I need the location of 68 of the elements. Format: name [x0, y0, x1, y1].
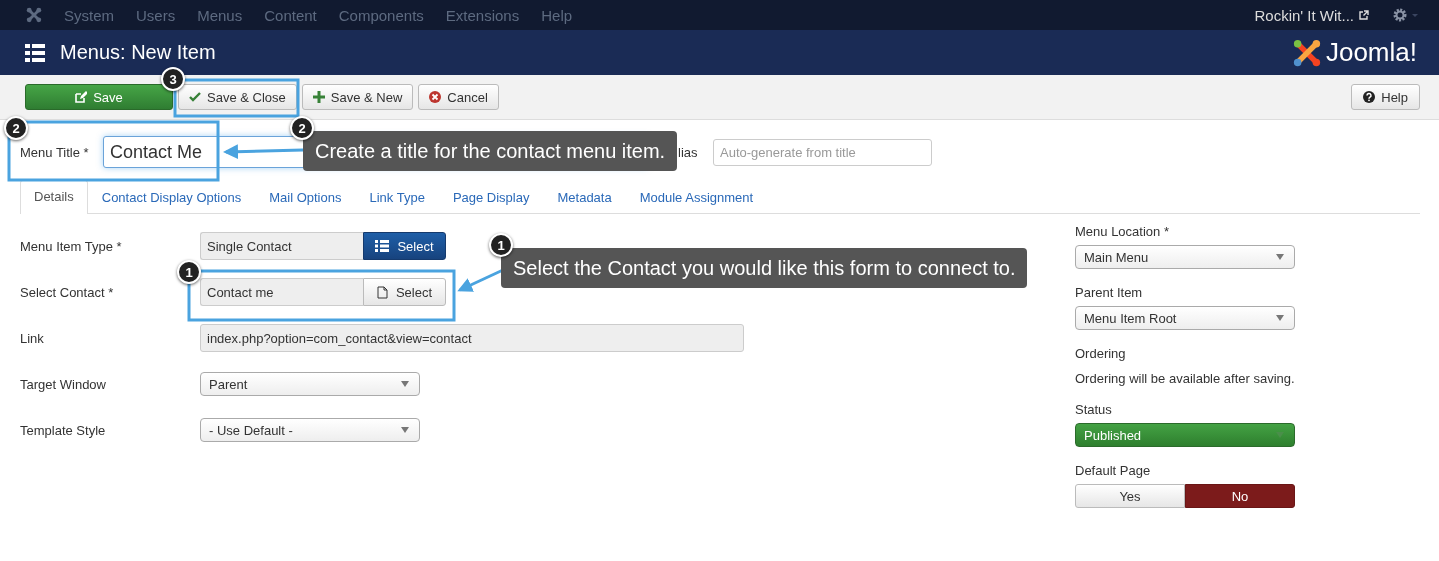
top-menu-item[interactable]: Extensions	[445, 6, 520, 24]
tab[interactable]: Module Assignment	[625, 181, 768, 214]
select-button[interactable]: Select	[363, 232, 446, 260]
step-badge: 1	[177, 260, 201, 284]
tab[interactable]: Link Type	[355, 181, 439, 214]
link-field: index.php?option=com_contact&view=contact	[200, 324, 744, 352]
list-icon	[25, 43, 45, 62]
check-icon	[189, 91, 201, 103]
toggle-option[interactable]: Yes	[1075, 484, 1185, 508]
joomla-logo-icon[interactable]	[26, 7, 42, 23]
tab[interactable]: Mail Options	[255, 181, 356, 214]
field-label: Menu Location *	[1075, 224, 1170, 239]
caret-icon	[401, 381, 409, 387]
dropdown[interactable]: Parent	[200, 372, 420, 396]
caret-icon	[1276, 254, 1284, 260]
field-label: Status	[1075, 402, 1113, 417]
top-menu-item[interactable]: Components	[338, 6, 424, 24]
dropdown[interactable]: Menu Item Root	[1075, 306, 1295, 330]
top-menu-item[interactable]: Menus	[197, 6, 243, 24]
joomla-logo-icon	[1291, 37, 1322, 68]
field-label: Menu Item Type *	[20, 238, 123, 254]
status-dropdown[interactable]: Published	[1075, 423, 1295, 447]
select-button[interactable]: Select	[363, 278, 446, 306]
field-label: Menu Title *	[20, 144, 90, 160]
save-close-button[interactable]: Save & Close	[178, 84, 297, 110]
help-button[interactable]: Help	[1351, 84, 1420, 110]
field-label: Link	[20, 330, 45, 346]
field-label: Template Style	[20, 422, 107, 438]
save-button[interactable]: Save	[25, 84, 173, 110]
external-link-icon	[1359, 10, 1369, 20]
cancel-icon	[429, 91, 442, 103]
value-field: Single Contact	[200, 232, 363, 260]
field-label: Default Page	[1075, 463, 1152, 478]
site-link[interactable]: Rockin' It Wit...	[1254, 6, 1354, 24]
top-menu-item[interactable]: Content	[264, 6, 317, 24]
ordering-note: Ordering will be available after saving.	[1075, 371, 1295, 386]
cancel-button[interactable]: Cancel	[418, 84, 499, 110]
field-label: lias	[678, 144, 699, 160]
dropdown[interactable]: - Use Default -	[200, 418, 420, 442]
field-label: Ordering	[1075, 346, 1127, 361]
field-label: Select Contact *	[20, 284, 115, 300]
help-icon	[1363, 91, 1376, 103]
document-icon	[376, 285, 388, 299]
edit-icon	[75, 91, 88, 103]
value-field: Contact me	[200, 278, 363, 306]
caret-icon	[401, 427, 409, 433]
tab[interactable]: Metadata	[543, 181, 626, 214]
top-menu-item[interactable]: Help	[541, 6, 573, 24]
tab[interactable]: Details	[20, 180, 88, 214]
list-icon	[375, 240, 390, 252]
dropdown[interactable]: Main Menu	[1075, 245, 1295, 269]
tab[interactable]: Page Display	[438, 181, 544, 214]
alias-field[interactable]: Auto-generate from title	[713, 138, 932, 166]
step-badge: 1	[489, 233, 513, 257]
caret-icon	[1276, 315, 1284, 321]
field-label: Parent Item	[1075, 285, 1144, 300]
tab[interactable]: Contact Display Options	[87, 181, 256, 214]
top-menu-item[interactable]: Users	[136, 6, 176, 24]
top-menu-item[interactable]: System	[64, 6, 114, 24]
toggle-option[interactable]: No	[1185, 484, 1295, 508]
save-new-button[interactable]: Save & New	[301, 84, 414, 110]
field-label: Target Window	[20, 376, 107, 392]
plus-icon	[312, 91, 325, 103]
step-badge: 2	[4, 116, 28, 140]
settings-icon[interactable]	[1393, 8, 1421, 22]
logo-text: Joomla!	[1325, 37, 1417, 68]
page-title: Menus: New Item	[60, 41, 216, 64]
arrow	[457, 268, 504, 292]
